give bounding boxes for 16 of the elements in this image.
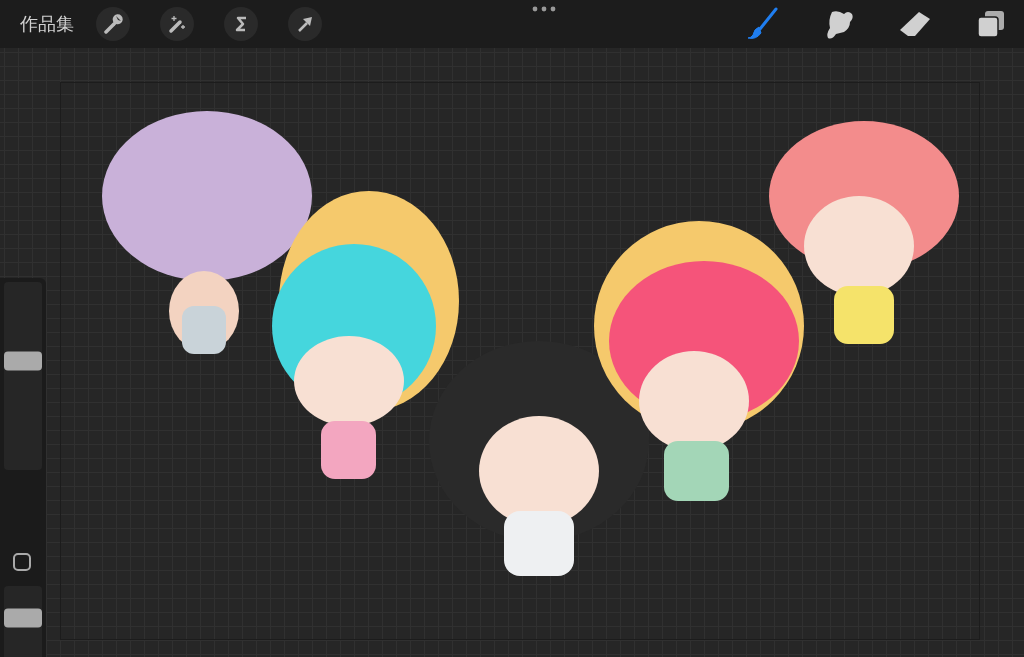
settings-button[interactable]: [96, 7, 130, 41]
brush-icon: [746, 7, 780, 41]
magic-wand-icon: [167, 14, 187, 34]
gallery-link[interactable]: 作品集: [20, 12, 74, 36]
brush-size-slider[interactable]: [4, 282, 42, 470]
layers-icon: [977, 10, 1005, 38]
eraser-icon: [899, 11, 931, 37]
more-dots-icon[interactable]: [532, 6, 556, 12]
finger-icon: [824, 8, 854, 40]
slider-thumb[interactable]: [4, 351, 42, 371]
brush-tool-button[interactable]: [746, 7, 780, 41]
modify-button[interactable]: [13, 553, 31, 571]
slider-thumb[interactable]: [4, 608, 42, 628]
selection-button[interactable]: [224, 7, 258, 41]
magic-wand-button[interactable]: [160, 7, 194, 41]
transform-arrow-button[interactable]: [288, 7, 322, 41]
